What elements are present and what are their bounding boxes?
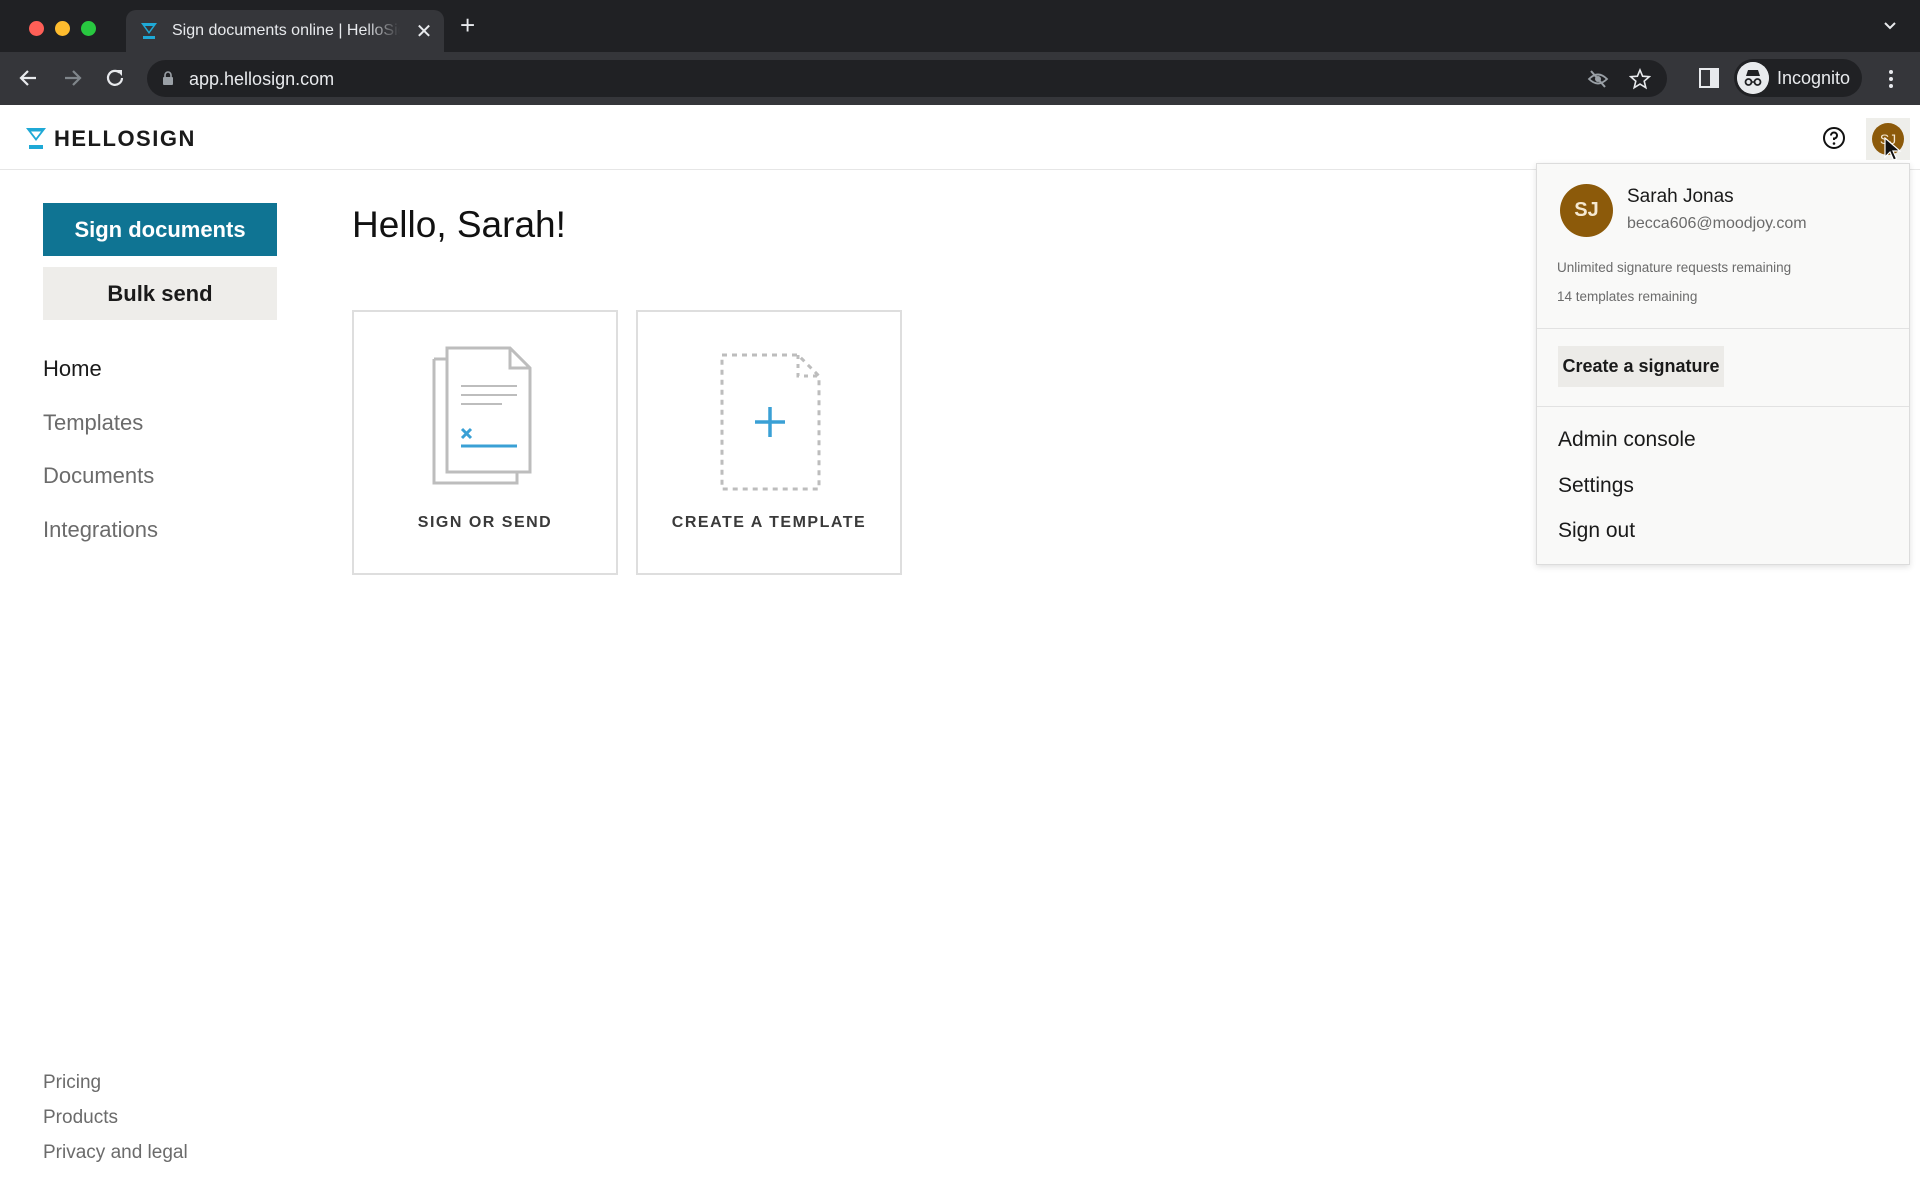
app-header: HELLOSIGN SJ (0, 105, 1920, 170)
side-panel-icon[interactable] (1699, 68, 1719, 88)
kebab-menu-icon[interactable] (1884, 67, 1898, 91)
tab-close-icon[interactable]: ✕ (413, 19, 435, 44)
eye-off-icon[interactable] (1587, 68, 1609, 90)
browser-tab-active[interactable]: Sign documents online | HelloSign ✕ (126, 10, 444, 52)
footer-link-pricing[interactable]: Pricing (43, 1072, 188, 1107)
forward-icon[interactable] (59, 65, 85, 91)
menu-divider (1537, 406, 1909, 407)
create-template-card[interactable]: CREATE A TEMPLATE (636, 310, 902, 575)
url-field[interactable]: app.hellosign.com (147, 60, 1667, 97)
document-sign-icon (432, 346, 532, 485)
new-tab-button[interactable]: + (460, 12, 475, 38)
signature-quota-text: Unlimited signature requests remaining (1557, 260, 1792, 275)
tab-bar: Sign documents online | HelloSign ✕ + (0, 0, 1920, 52)
menu-item-sign-out[interactable]: Sign out (1558, 519, 1635, 543)
sidebar-item-templates[interactable]: Templates (43, 410, 278, 464)
footer-link-privacy[interactable]: Privacy and legal (43, 1142, 188, 1177)
reload-icon[interactable] (102, 65, 128, 91)
window-close-button[interactable] (29, 21, 44, 36)
footer-link-products[interactable]: Products (43, 1107, 188, 1142)
add-template-icon (720, 353, 821, 491)
account-email: becca606@moodjoy.com (1627, 215, 1807, 232)
sign-documents-button[interactable]: Sign documents (43, 203, 277, 256)
create-signature-button[interactable]: Create a signature (1558, 346, 1724, 387)
account-name: Sarah Jonas (1627, 186, 1734, 207)
sidebar-nav: Home Templates Documents Integrations (43, 356, 278, 570)
menu-item-settings[interactable]: Settings (1558, 474, 1634, 498)
hellosign-logo-icon (26, 128, 46, 149)
address-bar: app.hellosign.com Incognito (0, 52, 1920, 105)
incognito-profile-button[interactable]: Incognito (1734, 59, 1862, 97)
profile-label: Incognito (1777, 68, 1851, 88)
account-avatar: SJ (1560, 184, 1613, 237)
sidebar-item-home[interactable]: Home (43, 356, 278, 410)
account-menu: SJ Sarah Jonas becca606@moodjoy.com Unli… (1536, 163, 1910, 565)
help-icon[interactable] (1822, 126, 1846, 150)
browser-chrome: Sign documents online | HelloSign ✕ + ap… (0, 0, 1920, 105)
menu-item-admin-console[interactable]: Admin console (1558, 428, 1696, 452)
mouse-cursor-icon (1884, 137, 1902, 161)
create-template-label: CREATE A TEMPLATE (671, 514, 867, 531)
sidebar-item-documents[interactable]: Documents (43, 463, 278, 517)
chevron-down-icon[interactable] (1882, 18, 1898, 34)
tab-title: Sign documents online | HelloSign (172, 22, 400, 39)
back-icon[interactable] (16, 65, 42, 91)
brand-name: HELLOSIGN (54, 126, 196, 151)
sign-or-send-card[interactable]: SIGN OR SEND (352, 310, 618, 575)
page-title: Hello, Sarah! (352, 204, 566, 245)
window-minimize-button[interactable] (55, 21, 70, 36)
window-zoom-button[interactable] (81, 21, 96, 36)
lock-icon (163, 71, 173, 85)
menu-divider (1537, 328, 1909, 329)
hellosign-logo[interactable]: HELLOSIGN (26, 126, 196, 152)
sign-or-send-label: SIGN OR SEND (417, 514, 553, 531)
bulk-send-button[interactable]: Bulk send (43, 267, 277, 320)
hellosign-favicon-icon (141, 23, 157, 39)
sidebar-footer: Pricing Products Privacy and legal (43, 1072, 188, 1177)
star-icon[interactable] (1629, 68, 1651, 90)
url-text[interactable]: app.hellosign.com (189, 69, 334, 90)
sidebar: Sign documents Bulk send Home Templates … (43, 203, 278, 570)
incognito-icon (1737, 62, 1769, 94)
template-quota-text: 14 templates remaining (1557, 289, 1698, 304)
sidebar-item-integrations[interactable]: Integrations (43, 517, 278, 571)
